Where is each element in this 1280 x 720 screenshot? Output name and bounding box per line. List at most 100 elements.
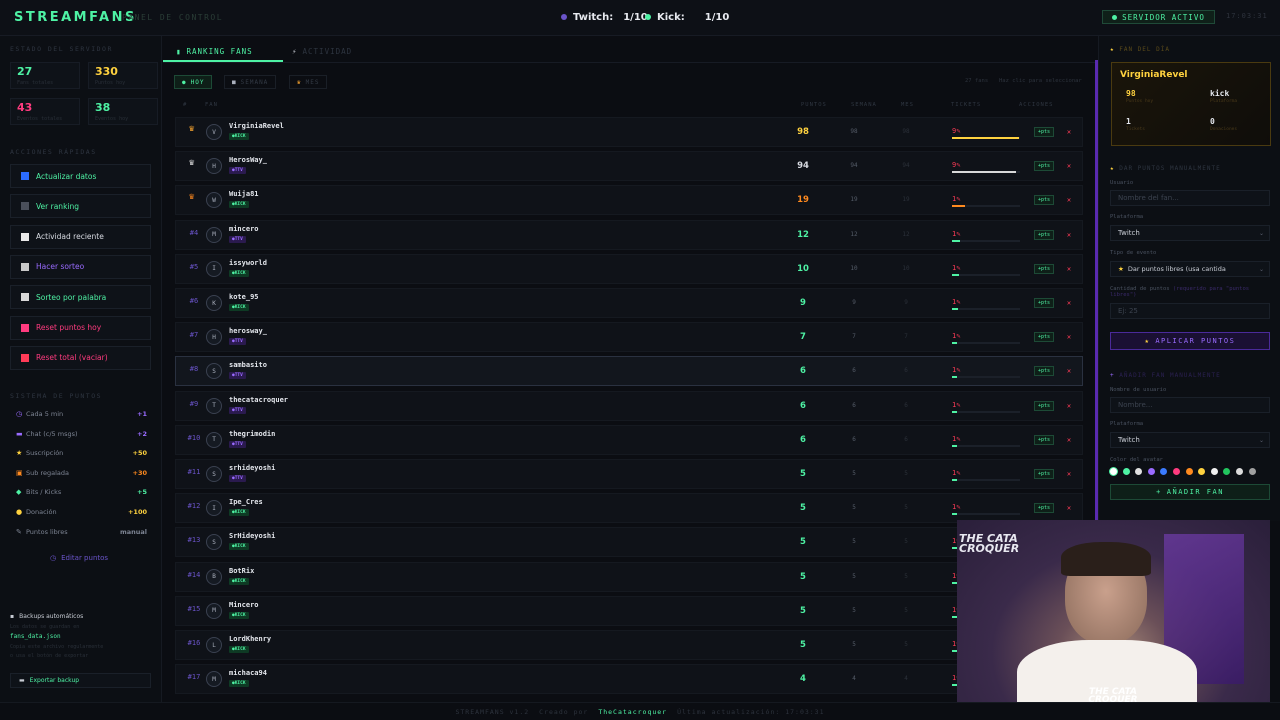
action-button[interactable]: Ver ranking xyxy=(10,194,151,219)
stat-value: 27 xyxy=(17,65,33,78)
action-button[interactable]: Reset total (vaciar) xyxy=(10,345,151,370)
add-fan-button[interactable]: + AÑADIR FAN xyxy=(1110,484,1270,500)
rule-value: +2 xyxy=(137,429,147,438)
color-swatch[interactable] xyxy=(1210,468,1218,475)
fan-name: Mincero xyxy=(229,600,259,609)
add-points-button[interactable]: +pts xyxy=(1034,229,1054,240)
add-points-button[interactable]: +pts xyxy=(1034,332,1054,343)
table-row[interactable]: #10 Tthegrimodin ● TTV 6 6 6 1✎ +pts ✕ xyxy=(175,424,1083,455)
color-swatch[interactable] xyxy=(1248,468,1256,475)
add-points-button[interactable]: +pts xyxy=(1034,127,1054,137)
month-value: 7 xyxy=(904,333,908,341)
rule-label: Donación xyxy=(26,508,57,516)
points-value: 7 xyxy=(800,332,806,343)
table-row[interactable]: ♛3WWuija81● KICK1919191✎+pts✕ xyxy=(175,185,1083,216)
delete-fan-button[interactable]: ✕ xyxy=(1062,366,1076,376)
month-value: 10 xyxy=(902,264,910,272)
month-value: 5 xyxy=(904,504,908,512)
table-row[interactable]: #12 I Ipe_Cres ● KICK 5 5 5 1✎ +pts ✕ xyxy=(175,493,1083,524)
action-button[interactable]: Reset puntos hoy xyxy=(10,315,151,340)
delete-fan-button[interactable]: ✕ xyxy=(1062,332,1076,342)
table-row[interactable]: #13SSrHideyoshi● KICK5551✎+pts✕ xyxy=(175,527,1083,558)
table-row[interactable]: #7 Hherosway_ ● TTV 7 7 7 1✎ +pts ✕ xyxy=(175,322,1083,353)
table-row[interactable]: #14BBotRix● KICK5551✎+pts✕ xyxy=(175,561,1083,592)
table-row[interactable]: #9 Tthecatacroquer ● TTV 6 6 6 1✎ +pts ✕ xyxy=(175,390,1083,421)
add-points-button[interactable]: +pts xyxy=(1034,503,1054,514)
filter-today[interactable]: ● HOY xyxy=(174,75,213,89)
action-button[interactable]: Sorteo por palabra xyxy=(10,285,151,310)
user-input[interactable]: Nombre del fan... xyxy=(1110,190,1270,206)
tab-ranking[interactable]: ▮ RANKING FANS xyxy=(176,42,253,60)
platform-badge: ● TTV xyxy=(229,338,246,346)
fan-name: LordKhenry xyxy=(229,635,272,643)
add-points-button[interactable]: +pts xyxy=(1034,400,1054,411)
delete-fan-button[interactable]: ✕ xyxy=(1062,161,1076,171)
apply-points-label: APLICAR PUNTOS xyxy=(1155,337,1236,345)
color-swatch[interactable] xyxy=(1185,468,1193,475)
table-row[interactable]: #5 Iissyworld ● KICK 10 10 10 1✎ +pts ✕ xyxy=(175,253,1083,284)
add-points-button[interactable]: +pts xyxy=(1034,469,1054,479)
username-input[interactable]: Nombre... xyxy=(1110,397,1270,413)
filter-week[interactable]: ■ SEMANA xyxy=(224,75,277,89)
add-points-button[interactable]: +pts xyxy=(1034,366,1054,377)
action-button[interactable]: Hacer sorteo xyxy=(10,254,151,279)
event-type-select[interactable]: ★ Dar puntos libres (usa cantida ⌄ xyxy=(1110,261,1270,277)
cam-overlay-text: THE CATA CROQUER xyxy=(959,532,1020,555)
delete-fan-button[interactable]: ✕ xyxy=(1062,503,1076,513)
delete-fan-button[interactable]: ✕ xyxy=(1062,435,1076,445)
color-swatch[interactable] xyxy=(1147,468,1155,475)
week-value: 12 xyxy=(850,230,858,238)
add-points-button[interactable]: +pts xyxy=(1034,434,1054,445)
action-button[interactable]: Actualizar datos xyxy=(10,164,151,188)
month-value: 6 xyxy=(904,435,908,443)
platform2-select[interactable]: Twitch ⌄ xyxy=(1110,432,1270,448)
action-label: Reset total (vaciar) xyxy=(36,353,108,363)
stat-value: 38 xyxy=(95,101,111,114)
col-month: MES xyxy=(901,102,914,108)
delete-fan-button[interactable]: ✕ xyxy=(1062,230,1076,240)
add-points-button[interactable]: +pts xyxy=(1034,263,1054,274)
add-points-button[interactable]: +pts xyxy=(1034,195,1054,206)
edit-points-button[interactable]: ◷ Editar puntos xyxy=(50,554,108,562)
color-swatch[interactable] xyxy=(1110,468,1117,475)
table-row[interactable]: #11 Ssrhideyoshi ● TTV 5 5 5 1✎ +pts ✕ xyxy=(175,459,1083,489)
avatar-color-label: Color del avatar xyxy=(1110,457,1163,463)
table-row[interactable]: #16LLordKhenry● KICK5551✎+pts✕ xyxy=(175,630,1083,660)
platform-text: KICK xyxy=(234,270,246,276)
week-value: 5 xyxy=(852,504,856,512)
apply-points-button[interactable]: ★ APLICAR PUNTOS xyxy=(1110,332,1270,350)
delete-fan-button[interactable]: ✕ xyxy=(1062,264,1076,274)
delete-fan-button[interactable]: ✕ xyxy=(1062,127,1076,137)
table-row[interactable]: ♛1VVirginiaRevel● KICK9898989✎+pts✕ xyxy=(175,117,1083,147)
color-swatch[interactable] xyxy=(1122,468,1130,475)
color-swatch[interactable] xyxy=(1236,468,1243,475)
delete-fan-button[interactable]: ✕ xyxy=(1062,298,1076,308)
delete-fan-button[interactable]: ✕ xyxy=(1062,195,1076,205)
table-row[interactable]: #15MMincero● KICK5551✎+pts✕ xyxy=(175,595,1083,626)
delete-fan-button[interactable]: ✕ xyxy=(1062,401,1076,411)
amount-input[interactable]: Ej: 25 xyxy=(1110,303,1270,319)
table-row[interactable]: #6 Kkote_95 ● KICK 9 9 9 1✎ +pts ✕ xyxy=(175,288,1083,318)
export-backup-button[interactable]: ▬ Exportar backup xyxy=(10,673,151,688)
table-row[interactable]: #8 Ssambasito ● TTV 6 6 6 1✎ +pts ✕ xyxy=(175,356,1083,387)
points-bar-fill xyxy=(952,444,958,447)
table-row[interactable]: #4 Mmincero ● TTV 12 12 12 1✎ +pts ✕ xyxy=(175,219,1083,250)
table-row[interactable]: ♛2HHerosWay_● TTV9494949✎+pts✕ xyxy=(175,151,1083,182)
table-row[interactable]: #17Mmichaca94● KICK4441✎+pts✕ xyxy=(175,664,1083,695)
twitch-label: Twitch: xyxy=(573,11,614,23)
action-button[interactable]: Actividad reciente xyxy=(10,224,151,249)
action-label: Ver ranking xyxy=(36,201,80,211)
rule-label: Chat (c/5 msgs) xyxy=(26,429,78,438)
selected-fan-platform-label: Plataforma xyxy=(1210,99,1238,104)
tickets-value: 1✎ xyxy=(952,195,960,203)
filter-month[interactable]: ♛ MES xyxy=(289,75,328,89)
add-points-button[interactable]: +pts xyxy=(1034,161,1054,172)
footer-author[interactable]: TheCatacroquer xyxy=(598,708,667,716)
color-swatch[interactable] xyxy=(1173,468,1180,475)
avatar: M xyxy=(206,602,222,619)
add-points-button[interactable]: +pts xyxy=(1034,298,1054,308)
platform-select[interactable]: Twitch ⌄ xyxy=(1110,225,1270,241)
stats-title: ESTADO DEL SERVIDOR xyxy=(10,45,113,53)
delete-fan-button[interactable]: ✕ xyxy=(1062,469,1076,479)
tab-activity[interactable]: ⚡ ACTIVIDAD xyxy=(292,42,352,60)
